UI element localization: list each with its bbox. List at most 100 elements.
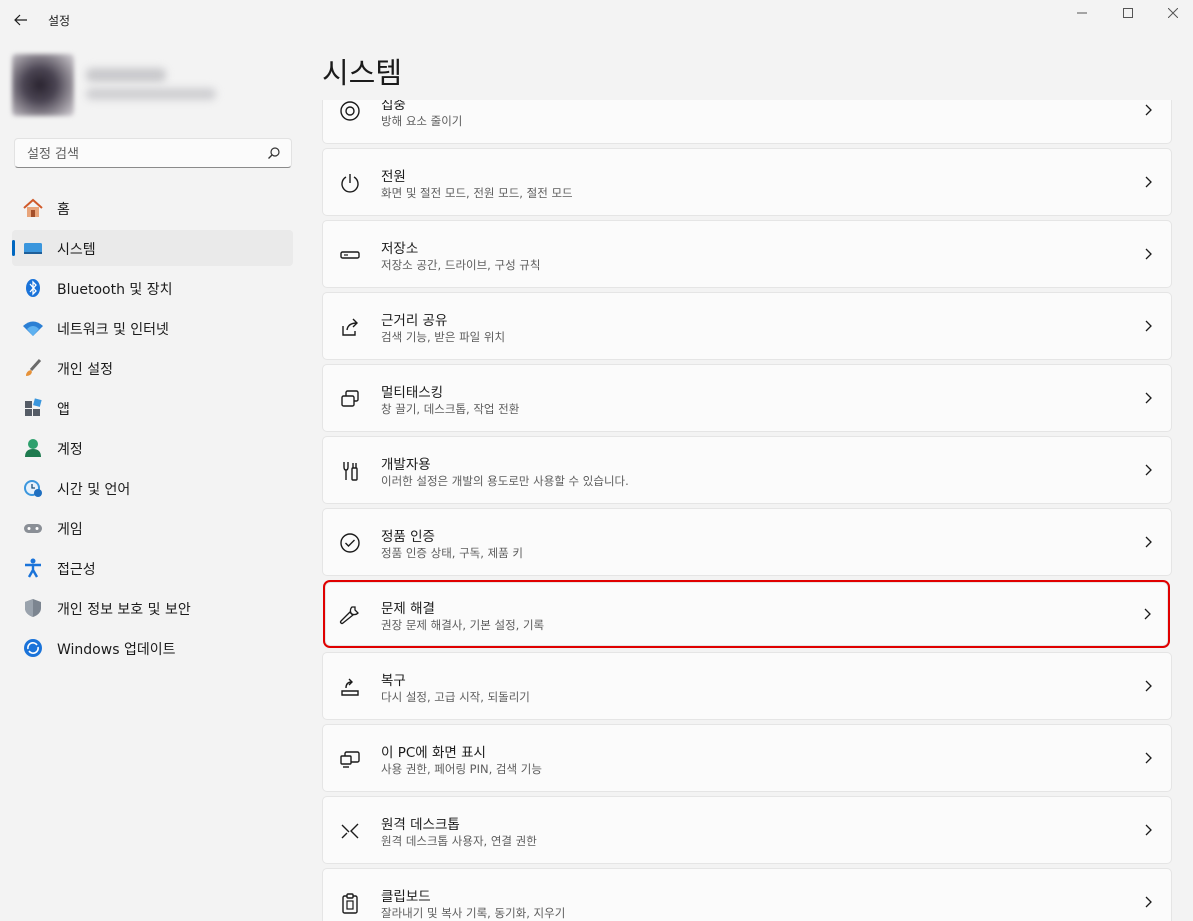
minimize-icon [1077, 12, 1087, 14]
chevron-right-icon [1145, 248, 1152, 260]
card-description: 이러한 설정은 개발의 용도로만 사용할 수 있습니다. [381, 474, 629, 488]
setting-card-activation[interactable]: 정품 인증 정품 인증 상태, 구독, 제품 키 [322, 508, 1172, 576]
chevron-right-icon [1145, 464, 1152, 476]
wrench-icon [339, 604, 361, 626]
card-description: 사용 권한, 페어링 PIN, 검색 기능 [381, 762, 542, 776]
setting-card-power[interactable]: 전원 화면 및 절전 모드, 전원 모드, 절전 모드 [322, 148, 1172, 216]
search-input[interactable] [25, 144, 259, 164]
setting-card-clipboard[interactable]: 클립보드 잘라내기 및 복사 기록, 동기화, 지우기 [322, 868, 1172, 921]
sidebar-item-label: 앱 [57, 402, 70, 418]
card-title: 원격 데스크톱 [381, 817, 460, 833]
card-title: 이 PC에 화면 표시 [381, 745, 486, 761]
brush-icon [22, 358, 44, 378]
home-icon [22, 198, 44, 218]
recovery-icon [339, 676, 361, 698]
search-box[interactable] [14, 138, 292, 168]
app-title: 설정 [48, 14, 71, 28]
close-icon [1168, 8, 1178, 18]
card-title: 클립보드 [381, 889, 431, 905]
avatar [12, 54, 74, 116]
card-description: 권장 문제 해결사, 기본 설정, 기록 [381, 618, 545, 632]
sidebar-item-network[interactable]: 네트워크 및 인터넷 [12, 310, 293, 346]
close-button[interactable] [1150, 0, 1193, 26]
card-description: 저장소 공간, 드라이브, 구성 규칙 [381, 258, 541, 272]
page-title: 시스템 [322, 56, 403, 90]
bluetooth-icon [22, 278, 44, 298]
sidebar-item-label: Windows 업데이트 [57, 642, 176, 658]
gamepad-icon [22, 518, 44, 538]
maximize-button[interactable] [1105, 0, 1151, 26]
card-title: 개발자용 [381, 457, 431, 473]
clipboard-icon [339, 892, 361, 914]
card-title: 복구 [381, 673, 406, 689]
setting-card-nearby-sharing[interactable]: 근거리 공유 검색 기능, 받은 파일 위치 [322, 292, 1172, 360]
back-button[interactable] [8, 8, 34, 32]
back-arrow-icon [14, 14, 27, 26]
sidebar-item-personalization[interactable]: 개인 설정 [12, 350, 293, 386]
sidebar-item-privacy[interactable]: 개인 정보 보호 및 보안 [12, 590, 293, 626]
remote-desktop-icon [339, 820, 361, 842]
chevron-right-icon [1145, 536, 1152, 548]
sidebar-item-gaming[interactable]: 게임 [12, 510, 293, 546]
sidebar-nav: 홈 시스템 Bluetooth 및 장치 네트워크 및 인터넷 개인 설정 앱 [12, 190, 293, 670]
sidebar-item-windows-update[interactable]: Windows 업데이트 [12, 630, 293, 666]
share-icon [339, 316, 361, 338]
card-description: 잘라내기 및 복사 기록, 동기화, 지우기 [381, 906, 566, 920]
wifi-icon [22, 318, 44, 338]
focus-icon [339, 100, 361, 122]
chevron-right-icon [1145, 392, 1152, 404]
title-bar: 설정 [0, 0, 1193, 40]
user-profile[interactable] [6, 46, 292, 122]
card-title: 근거리 공유 [381, 313, 448, 329]
sidebar-item-accounts[interactable]: 계정 [12, 430, 293, 466]
sidebar-item-bluetooth[interactable]: Bluetooth 및 장치 [12, 270, 293, 306]
card-title: 저장소 [381, 241, 419, 257]
sidebar-item-label: 시스템 [57, 242, 96, 258]
sidebar-item-accessibility[interactable]: 접근성 [12, 550, 293, 586]
chevron-right-icon [1144, 608, 1151, 620]
sidebar-item-apps[interactable]: 앱 [12, 390, 293, 426]
account-icon [22, 438, 44, 458]
setting-card-multitasking[interactable]: 멀티태스킹 창 끌기, 데스크톱, 작업 전환 [322, 364, 1172, 432]
sidebar-item-label: 개인 설정 [57, 362, 113, 378]
card-description: 원격 데스크톱 사용자, 연결 권한 [381, 834, 537, 848]
card-title: 정품 인증 [381, 529, 435, 545]
setting-card-remote-desktop[interactable]: 원격 데스크톱 원격 데스크톱 사용자, 연결 권한 [322, 796, 1172, 864]
sidebar-item-label: 접근성 [57, 562, 96, 578]
chevron-right-icon [1145, 896, 1152, 908]
card-description: 방해 요소 줄이기 [381, 114, 463, 128]
sidebar-item-home[interactable]: 홈 [12, 190, 293, 226]
project-icon [339, 748, 361, 770]
search-icon[interactable] [267, 146, 281, 160]
sidebar-item-label: Bluetooth 및 장치 [57, 282, 173, 298]
update-icon [22, 638, 44, 658]
chevron-right-icon [1145, 752, 1152, 764]
setting-card-recovery[interactable]: 복구 다시 설정, 고급 시작, 되돌리기 [322, 652, 1172, 720]
setting-card-project-to-pc[interactable]: 이 PC에 화면 표시 사용 권한, 페어링 PIN, 검색 기능 [322, 724, 1172, 792]
header-backdrop [322, 36, 1172, 100]
sidebar-item-system[interactable]: 시스템 [12, 230, 293, 266]
power-icon [339, 172, 361, 194]
time-language-icon [22, 478, 44, 498]
accessibility-icon [22, 558, 44, 578]
system-icon [22, 238, 44, 258]
card-title: 문제 해결 [381, 601, 435, 617]
sidebar-item-label: 홈 [57, 202, 70, 218]
setting-card-storage[interactable]: 저장소 저장소 공간, 드라이브, 구성 규칙 [322, 220, 1172, 288]
minimize-button[interactable] [1059, 0, 1105, 26]
sidebar-item-time-language[interactable]: 시간 및 언어 [12, 470, 293, 506]
chevron-right-icon [1145, 680, 1152, 692]
card-description: 정품 인증 상태, 구독, 제품 키 [381, 546, 523, 560]
storage-icon [339, 244, 361, 266]
chevron-right-icon [1145, 104, 1152, 116]
setting-card-developers[interactable]: 개발자용 이러한 설정은 개발의 용도로만 사용할 수 있습니다. [322, 436, 1172, 504]
settings-list: 집중 방해 요소 줄이기 전원 화면 및 절전 모드, 전원 모드, 절전 모드… [322, 76, 1172, 921]
maximize-icon [1123, 8, 1133, 18]
card-title: 멀티태스킹 [381, 385, 444, 401]
card-title: 전원 [381, 169, 406, 185]
profile-email-redacted [86, 88, 216, 100]
setting-card-troubleshoot[interactable]: 문제 해결 권장 문제 해결사, 기본 설정, 기록 [323, 580, 1170, 648]
sidebar-item-label: 개인 정보 보호 및 보안 [57, 602, 191, 618]
sidebar-item-label: 네트워크 및 인터넷 [57, 322, 169, 338]
card-description: 창 끌기, 데스크톱, 작업 전환 [381, 402, 520, 416]
